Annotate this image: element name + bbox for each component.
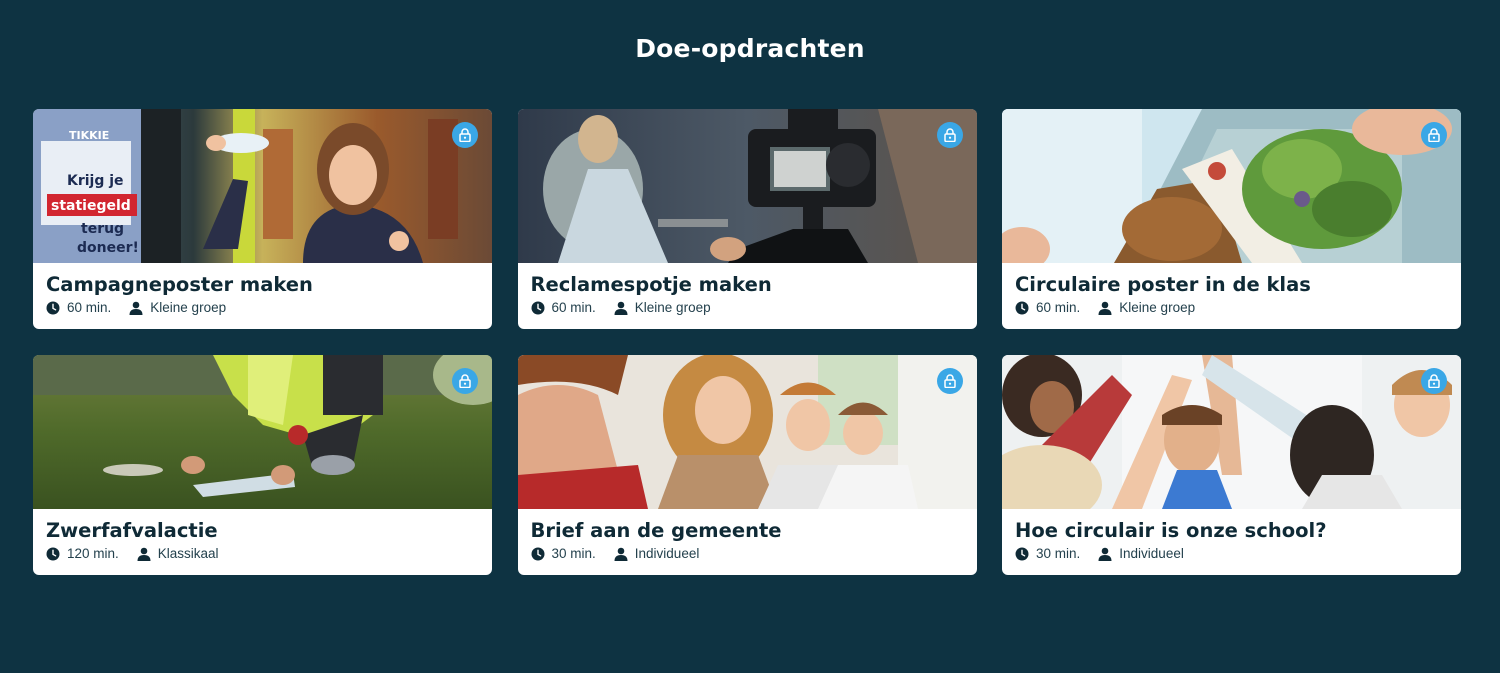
assignment-card[interactable]: Hoe circulair is onze school? 30 min. In… <box>1002 355 1461 575</box>
duration-label: 60 min. <box>67 300 112 315</box>
clock-icon <box>1015 301 1029 314</box>
poster-text-4: doneer! <box>77 240 139 256</box>
card-title: Zwerfafvalactie <box>46 519 218 542</box>
person-icon <box>1098 547 1112 561</box>
card-image <box>1002 355 1461 509</box>
person-icon <box>129 301 143 315</box>
duration-label: 60 min. <box>551 300 596 315</box>
clock-icon <box>46 547 60 560</box>
person-icon <box>1098 301 1112 315</box>
card-meta: 60 min. Kleine groep <box>531 300 964 315</box>
poster-text-1: Krijg je <box>67 173 124 189</box>
card-meta: 30 min. Individueel <box>1015 546 1448 561</box>
group-label: Klassikaal <box>157 546 219 561</box>
card-image: TIKKIE Krijg je statiegeld terug doneer! <box>33 109 492 263</box>
person-icon <box>614 547 628 561</box>
card-image <box>1002 109 1461 263</box>
card-meta: 60 min. Kleine groep <box>1015 300 1448 315</box>
poster-text-2: statiegeld <box>51 198 131 214</box>
clock-icon <box>531 547 544 560</box>
group-label: Kleine groep <box>1119 300 1196 315</box>
card-meta: 120 min. Klassikaal <box>46 546 479 561</box>
duration-label: 30 min. <box>551 546 596 561</box>
person-icon <box>137 547 151 561</box>
card-title: Campagneposter maken <box>46 273 313 296</box>
lock-icon <box>452 368 478 394</box>
group-label: Individueel <box>1119 546 1184 561</box>
page-title: Doe-opdrachten <box>635 34 865 63</box>
card-image <box>33 355 492 509</box>
duration-label: 120 min. <box>67 546 119 561</box>
group-label: Kleine groep <box>634 300 711 315</box>
assignment-card[interactable]: Brief aan de gemeente 30 min. Individuee… <box>517 355 977 575</box>
lock-icon <box>1421 122 1447 148</box>
person-icon <box>614 301 628 315</box>
assignment-card[interactable]: TIKKIE Krijg je statiegeld terug doneer! <box>33 109 492 329</box>
clock-icon <box>531 301 544 314</box>
card-title: Brief aan de gemeente <box>530 519 782 542</box>
card-image <box>517 109 977 263</box>
card-title: Hoe circulair is onze school? <box>1015 519 1327 542</box>
clock-icon <box>46 301 60 314</box>
assignment-card[interactable]: Circulaire poster in de klas 60 min. Kle… <box>1002 109 1461 329</box>
lock-icon <box>452 122 478 148</box>
card-image <box>517 355 977 509</box>
poster-brand-text: TIKKIE <box>69 129 109 142</box>
clock-icon <box>1015 547 1029 560</box>
lock-icon <box>1421 368 1447 394</box>
card-title: Circulaire poster in de klas <box>1015 273 1311 296</box>
page: Doe-opdrachten TIKKIE Krijg je statiegel… <box>0 0 1500 673</box>
card-meta: 60 min. Kleine groep <box>46 300 479 315</box>
lock-icon <box>936 122 963 148</box>
poster-text-3: terug <box>81 221 124 237</box>
assignment-grid: TIKKIE Krijg je statiegeld terug doneer! <box>33 109 1461 575</box>
card-meta: 30 min. Individueel <box>531 546 964 561</box>
assignment-card[interactable]: Zwerfafvalactie 120 min. Klassikaal <box>33 355 492 575</box>
group-label: Kleine groep <box>150 300 227 315</box>
group-label: Individueel <box>634 546 700 561</box>
card-title: Reclamespotje maken <box>530 273 772 296</box>
duration-label: 30 min. <box>1036 546 1081 561</box>
duration-label: 60 min. <box>1036 300 1081 315</box>
assignment-card[interactable]: Reclamespotje maken 60 min. Kleine groep <box>517 109 977 329</box>
lock-icon <box>936 368 963 394</box>
